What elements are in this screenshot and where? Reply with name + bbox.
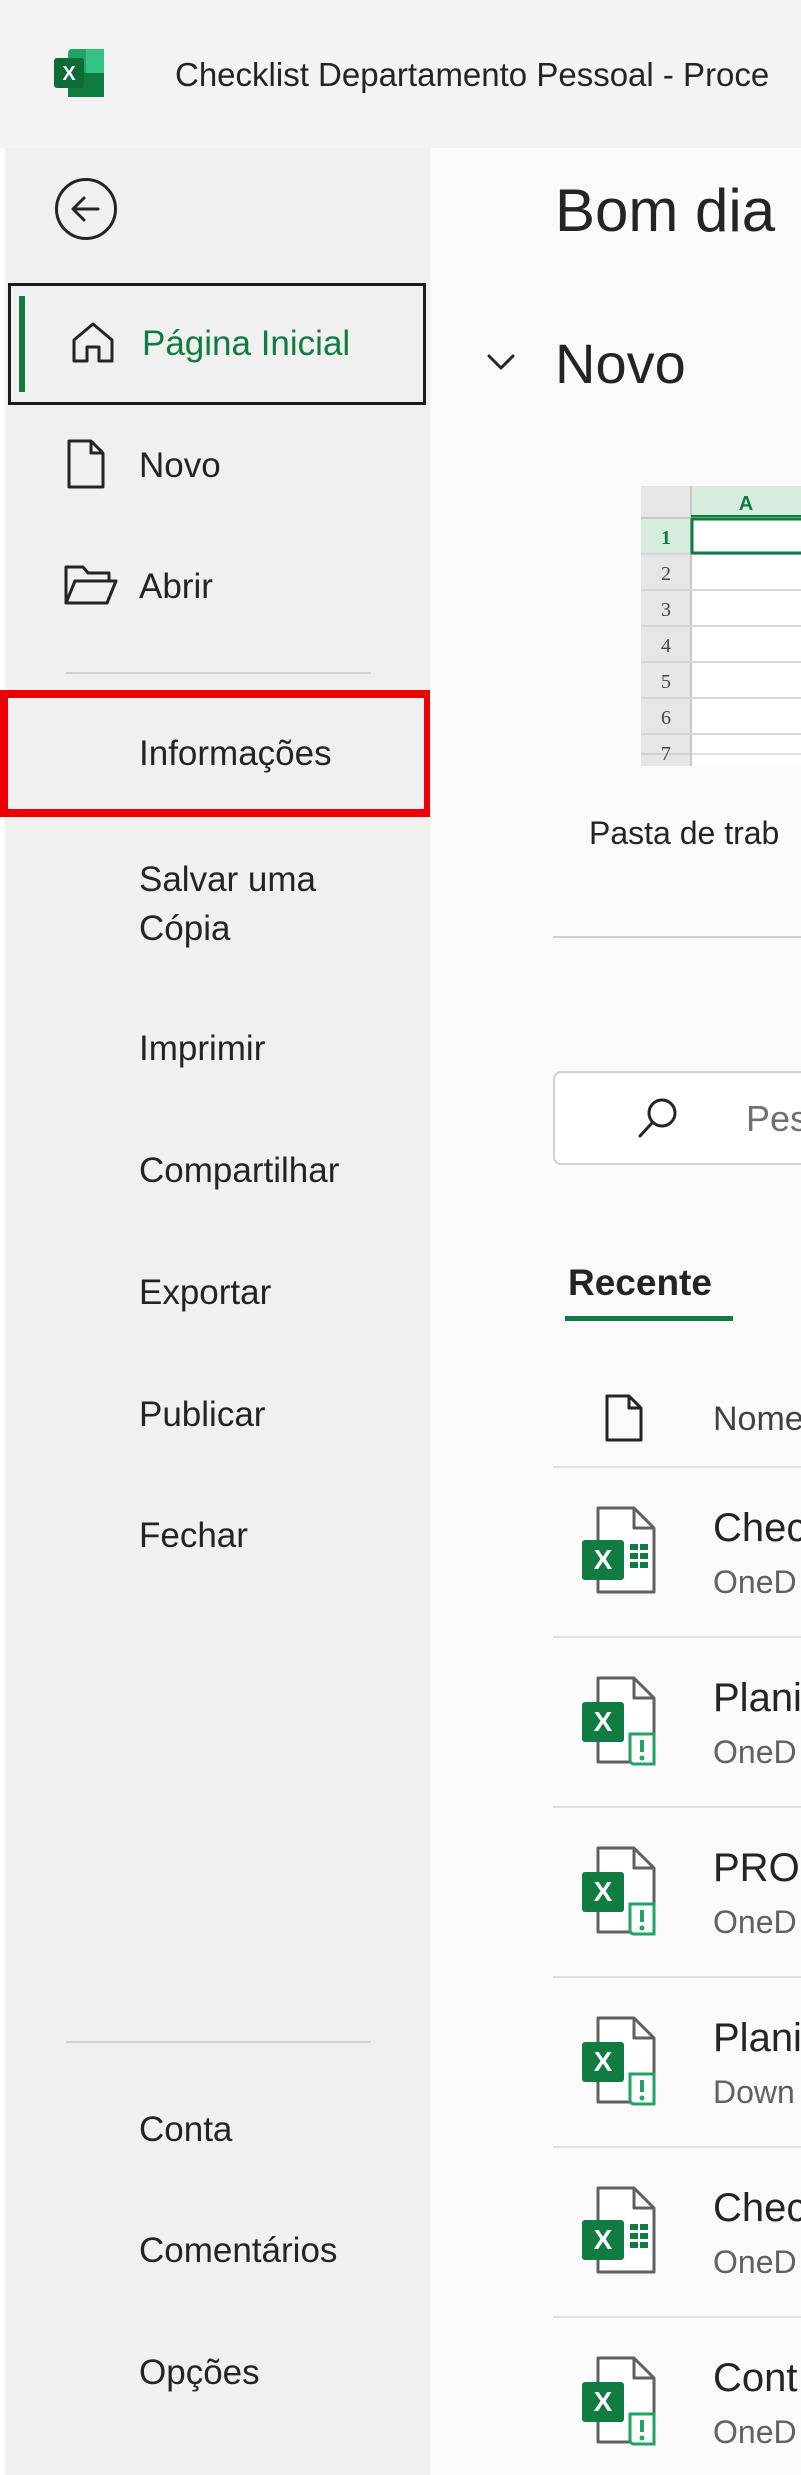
table-row[interactable]: X Cont OneD xyxy=(553,2318,801,2475)
svg-text:6: 6 xyxy=(661,707,671,729)
nav-label-feedback: Comentários xyxy=(139,2231,338,2270)
table-row[interactable]: X Chec OneD xyxy=(553,2148,801,2316)
nav-label-save-copy: Salvar uma Cópia xyxy=(139,860,317,948)
file-location: Down xyxy=(713,2074,795,2110)
greeting-heading: Bom dia xyxy=(555,177,776,244)
nav-item-export[interactable]: Exportar xyxy=(8,1268,426,1318)
svg-text:X: X xyxy=(594,2386,613,2417)
file-name: PRO xyxy=(713,1846,800,1890)
nav-label-print: Imprimir xyxy=(139,1029,266,1068)
file-name: Plani xyxy=(713,2016,801,2060)
selected-indicator xyxy=(19,296,25,392)
search-placeholder: Pes xyxy=(746,1098,801,1139)
svg-text:7: 7 xyxy=(661,743,671,765)
tab-recent[interactable]: Recente xyxy=(568,1262,712,1304)
file-location: OneD xyxy=(713,2244,797,2280)
home-icon xyxy=(72,322,114,363)
nav-separator xyxy=(66,672,371,674)
column-header-name[interactable]: Nome xyxy=(713,1400,801,1439)
chevron-down-icon[interactable] xyxy=(483,344,519,380)
file-location: OneD xyxy=(713,1904,797,1940)
nav-item-print[interactable]: Imprimir xyxy=(8,1024,426,1074)
nav-label-share: Compartilhar xyxy=(139,1151,340,1190)
excel-app-icon: X xyxy=(54,49,104,97)
new-section-title: Novo xyxy=(555,332,686,395)
file-name: Chec xyxy=(713,2186,801,2230)
excel-file-icon: X xyxy=(582,2186,656,2274)
nav-item-publish[interactable]: Publicar xyxy=(8,1390,426,1440)
nav-item-home[interactable]: Página Inicial xyxy=(8,283,426,405)
excel-file-warning-icon: X xyxy=(582,1846,656,1936)
excel-file-warning-icon: X xyxy=(582,2016,656,2106)
nav-label-options: Opções xyxy=(139,2353,260,2392)
excel-file-warning-icon: X xyxy=(582,2356,656,2446)
main-separator xyxy=(553,936,801,938)
nav-label-export: Exportar xyxy=(139,1273,272,1312)
nav-label-close: Fechar xyxy=(139,1516,248,1555)
nav-item-options[interactable]: Opções xyxy=(8,2348,426,2398)
nav-label-publish: Publicar xyxy=(139,1395,266,1434)
excel-file-icon: X xyxy=(582,1506,656,1594)
template-col-header: A xyxy=(739,493,753,515)
nav-label-home: Página Inicial xyxy=(142,324,351,363)
svg-text:X: X xyxy=(594,1876,613,1907)
svg-text:1: 1 xyxy=(661,527,671,549)
nav-label-open: Abrir xyxy=(139,567,213,606)
tab-recent-underline xyxy=(565,1316,733,1321)
file-type-icon xyxy=(605,1394,643,1442)
file-location: OneD xyxy=(713,1564,797,1600)
arrow-left-icon xyxy=(71,196,100,222)
svg-text:X: X xyxy=(62,63,76,85)
blank-workbook-template[interactable]: A 1 2 3 4 5 6 7 xyxy=(641,486,801,766)
table-row[interactable]: X PRO OneD xyxy=(553,1808,801,1976)
file-name: Plani xyxy=(713,1676,801,1720)
nav-item-open[interactable]: Abrir xyxy=(8,541,426,631)
nav-item-new[interactable]: Novo xyxy=(8,420,426,510)
table-row[interactable]: X Plani OneD xyxy=(553,1638,801,1806)
nav-item-info[interactable]: Informações xyxy=(0,690,432,817)
nav-item-close[interactable]: Fechar xyxy=(8,1511,426,1561)
file-name: Cont xyxy=(713,2356,798,2400)
title-bar: X Checklist Departamento Pessoal - Proce xyxy=(0,0,801,148)
nav-separator-bottom xyxy=(66,2041,371,2043)
file-location: OneD xyxy=(713,2414,797,2450)
svg-text:5: 5 xyxy=(661,671,671,693)
svg-text:X: X xyxy=(594,2224,613,2255)
svg-text:X: X xyxy=(594,2046,613,2077)
svg-text:X: X xyxy=(594,1706,613,1737)
nav-label-info: Informações xyxy=(139,734,332,773)
new-document-icon xyxy=(67,439,105,489)
back-button[interactable] xyxy=(55,178,117,240)
file-name: Chec xyxy=(713,1506,801,1550)
svg-text:4: 4 xyxy=(661,635,671,657)
file-location: OneD xyxy=(713,1734,797,1770)
excel-file-warning-icon: X xyxy=(582,1676,656,1766)
search-icon xyxy=(638,1098,677,1138)
table-row[interactable]: X Plani Down xyxy=(553,1978,801,2146)
window-title: Checklist Departamento Pessoal - Proce xyxy=(175,56,770,93)
svg-text:3: 3 xyxy=(661,599,671,621)
template-label: Pasta de trab xyxy=(589,815,780,851)
spreadsheet-preview-icon: A 1 2 3 4 5 6 7 xyxy=(641,486,801,766)
nav-item-account[interactable]: Conta xyxy=(8,2105,426,2155)
nav-item-feedback[interactable]: Comentários xyxy=(8,2226,426,2276)
svg-text:2: 2 xyxy=(661,563,671,585)
table-row[interactable]: X Chec OneD xyxy=(553,1468,801,1636)
nav-label-account: Conta xyxy=(139,2110,233,2149)
nav-item-save-copy[interactable]: Salvar uma Cópia xyxy=(8,850,426,960)
nav-item-share[interactable]: Compartilhar xyxy=(8,1146,426,1196)
svg-text:X: X xyxy=(594,1544,613,1575)
nav-label-new: Novo xyxy=(139,446,221,485)
folder-open-icon xyxy=(64,565,118,605)
